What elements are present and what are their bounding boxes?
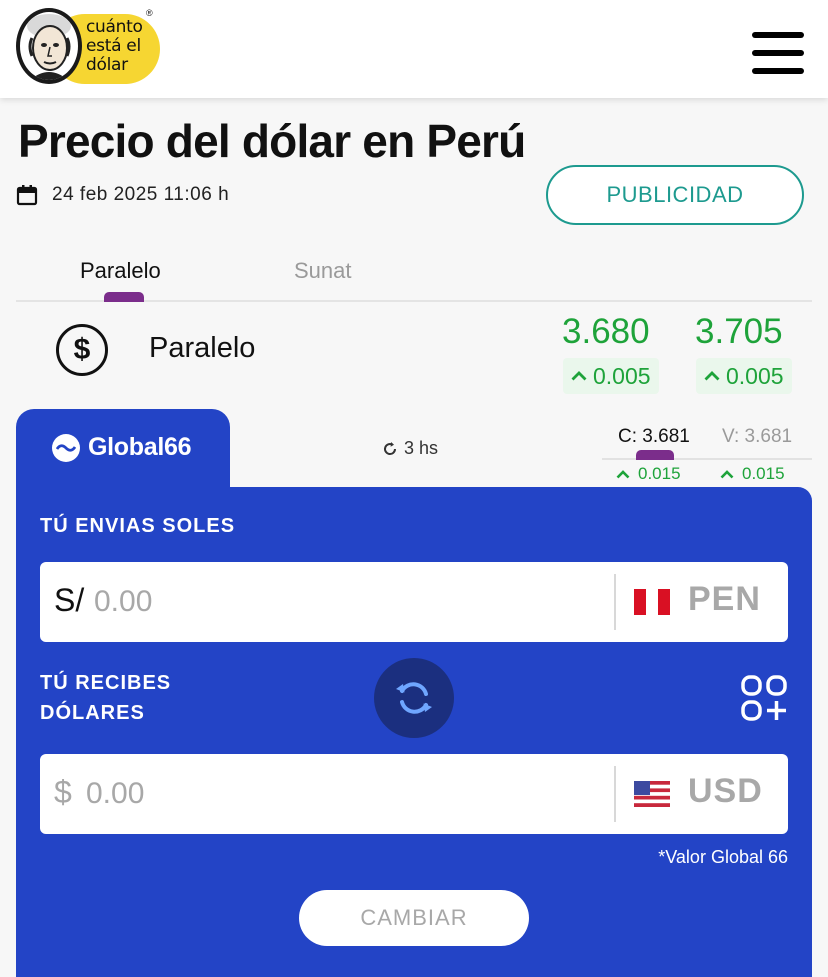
dollar-circle-icon: $ [56, 324, 108, 376]
receive-amount-input[interactable] [86, 770, 526, 818]
page-title: Precio del dólar en Perú [18, 115, 526, 167]
cambiar-button[interactable]: CAMBIAR [299, 890, 529, 946]
sell-change-value: 0.005 [726, 362, 784, 389]
date-row: 24 feb 2025 11:06 h [16, 182, 229, 208]
buy-rate-value: 3.680 [562, 312, 650, 351]
tab-sunat[interactable]: Sunat [294, 258, 352, 284]
chevron-up-icon [704, 371, 720, 381]
logo-text-line1: cuánto [86, 17, 143, 37]
global66-logo: Global66 [52, 433, 192, 462]
logo-text-line3: dólar [86, 55, 128, 75]
usd-currency-selector[interactable]: USD [688, 772, 763, 811]
paralelo-rate-row: $ Paralelo 3.680 3.705 0.005 0.005 [16, 302, 812, 406]
peru-flag-icon [634, 589, 670, 615]
receive-label-line1: TÚ RECIBES [40, 672, 172, 694]
top-header: cuánto está el dólar ® [0, 0, 828, 98]
menu-hamburger-icon[interactable] [752, 32, 804, 74]
provider-tab-global66[interactable]: Global66 [16, 409, 230, 493]
rate-tabs: Paralelo Sunat [16, 240, 812, 302]
global66-name: Global66 [88, 433, 192, 461]
provider-cv-row: C: 3.681 V: 3.681 [602, 424, 812, 460]
pen-currency-selector[interactable]: PEN [688, 580, 761, 619]
provider-sell-change: 0.015 [720, 464, 785, 484]
datetime-text: 24 feb 2025 11:06 h [52, 184, 230, 205]
logo-text-line2: está el [86, 36, 141, 56]
chevron-up-icon [616, 469, 630, 478]
receive-label: TÚ RECIBES DÓLARES [40, 668, 171, 728]
update-time-text: 3 hs [404, 438, 439, 458]
provider-buy-change: 0.015 [616, 464, 681, 484]
global66-wave-icon [52, 433, 80, 462]
publicidad-button[interactable]: PUBLICIDAD [546, 165, 804, 225]
rate-label: Paralelo [149, 332, 256, 364]
chevron-up-icon [571, 371, 587, 381]
active-tab-indicator [104, 292, 144, 302]
global66-value-note: *Valor Global 66 [658, 847, 788, 867]
provider-buy-change-value: 0.015 [638, 464, 681, 483]
refresh-small-icon [384, 441, 397, 455]
update-time: 3 hs [382, 438, 438, 459]
field-divider [614, 766, 616, 822]
provider-buy-label[interactable]: C: 3.681 [618, 426, 690, 448]
receive-label-line2: DÓLARES [40, 702, 145, 724]
send-amount-input[interactable] [94, 578, 534, 626]
chevron-up-icon [720, 469, 734, 478]
receive-amount-field: $ USD [40, 754, 788, 834]
buy-change-badge: 0.005 [563, 358, 659, 394]
usa-flag-icon [634, 781, 670, 807]
swap-refresh-icon [396, 682, 432, 714]
usd-prefix: $ [54, 774, 72, 810]
provider-sell-change-value: 0.015 [742, 464, 785, 483]
pen-prefix: S/ [54, 582, 85, 618]
provider-cv-indicator [636, 450, 674, 460]
logo-wordmark: cuánto está el dólar [86, 18, 143, 75]
send-amount-field: S/ PEN [40, 562, 788, 642]
tab-paralelo[interactable]: Paralelo [80, 258, 161, 284]
swap-currency-button[interactable] [374, 658, 454, 738]
site-logo[interactable]: cuánto está el dólar ® [16, 8, 160, 86]
sell-change-badge: 0.005 [696, 358, 792, 394]
provider-sell-label[interactable]: V: 3.681 [722, 426, 792, 448]
logo-portrait-icon [16, 8, 82, 84]
buy-change-value: 0.005 [593, 362, 651, 389]
sell-rate-value: 3.705 [695, 312, 783, 351]
send-label: TÚ ENVIAS SOLES [40, 515, 236, 537]
calendar-icon [16, 185, 38, 206]
field-divider [614, 574, 616, 630]
registered-mark: ® [146, 8, 153, 18]
apps-grid-plus-icon[interactable] [740, 674, 788, 722]
converter-panel: TÚ ENVIAS SOLES S/ PEN TÚ RECIBES DÓLARE… [16, 487, 812, 977]
